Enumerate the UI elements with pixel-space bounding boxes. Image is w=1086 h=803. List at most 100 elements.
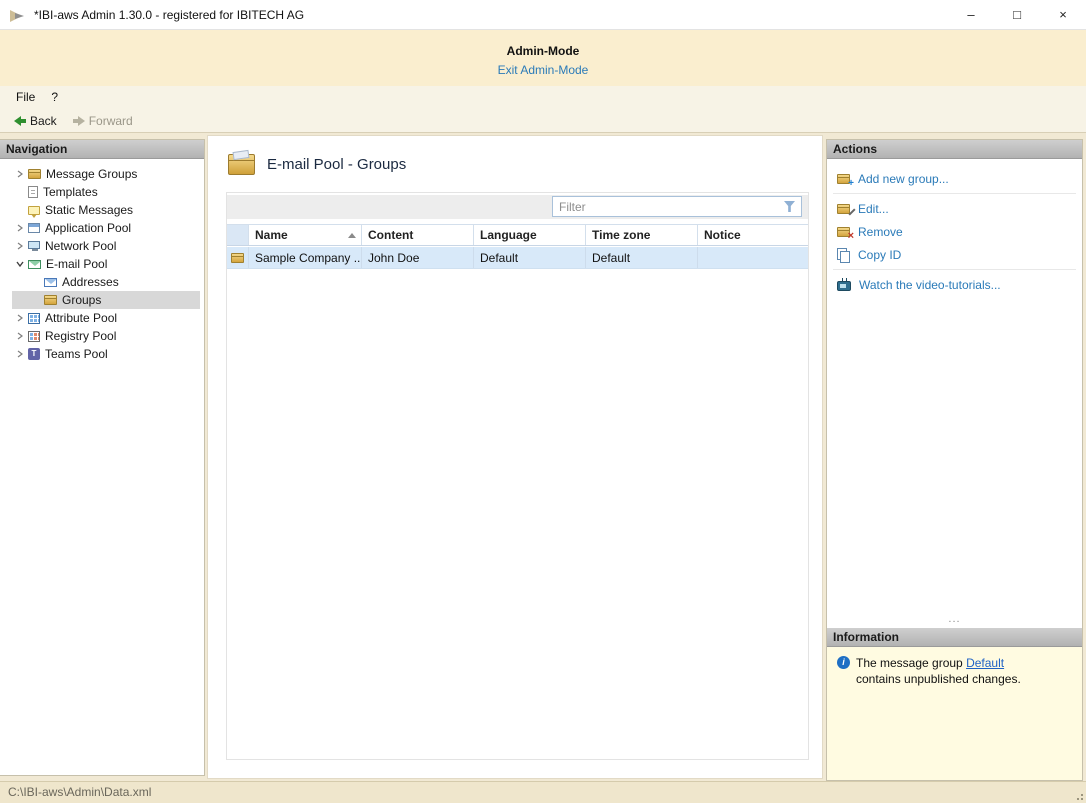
package-icon: [28, 169, 41, 179]
document-icon: [28, 186, 38, 198]
filter-funnel-icon[interactable]: [784, 201, 795, 212]
sidebar-item-network-pool[interactable]: Network Pool: [12, 237, 200, 255]
window-icon: [28, 223, 40, 233]
teams-icon: [28, 348, 40, 360]
sidebar-item-addresses[interactable]: Addresses: [12, 273, 200, 291]
page-title-row: E-mail Pool - Groups: [228, 154, 406, 175]
admin-mode-banner: Admin-Mode Exit Admin-Mode: [0, 30, 1086, 86]
info-text-before: The message group: [856, 656, 967, 670]
add-new-group-button[interactable]: Add new group...: [827, 167, 1082, 190]
sidebar-item-label: Static Messages: [45, 203, 134, 217]
sidebar-item-label: Registry Pool: [45, 329, 117, 343]
information-message: The message group Default contains unpub…: [856, 655, 1072, 687]
sidebar-item-registry-pool[interactable]: Registry Pool: [12, 327, 200, 345]
column-header-name[interactable]: Name: [249, 225, 362, 245]
table-row[interactable]: Sample Company ... John Doe Default Defa…: [227, 247, 808, 269]
titlebar: *IBI-aws Admin 1.30.0 - registered for I…: [0, 0, 1086, 30]
close-button[interactable]: ×: [1040, 0, 1086, 30]
envelope-icon: [44, 277, 57, 287]
navigation-panel: Navigation Message Groups Templates Stat…: [0, 139, 205, 776]
menu-file[interactable]: File: [8, 86, 43, 109]
window-controls: – □ ×: [948, 0, 1086, 30]
cell-name: Sample Company ...: [249, 247, 362, 268]
chevron-right-icon[interactable]: [12, 224, 28, 232]
status-path: C:\IBI-aws\Admin\Data.xml: [8, 785, 152, 799]
forward-arrow-icon: [72, 115, 85, 126]
chevron-right-icon[interactable]: [12, 242, 28, 250]
resize-grip[interactable]: [1072, 789, 1084, 801]
main-content: E-mail Pool - Groups Name Content Langua…: [207, 135, 823, 779]
action-label: Watch the video-tutorials...: [859, 277, 1001, 292]
sidebar-item-teams-pool[interactable]: Teams Pool: [12, 345, 200, 363]
toolbar: Back Forward: [0, 109, 1086, 133]
column-header-content[interactable]: Content: [362, 225, 474, 245]
row-icon-cell: [227, 247, 249, 268]
package-icon: [44, 295, 57, 305]
remove-button[interactable]: Remove: [827, 220, 1082, 243]
filter-box: [552, 196, 802, 217]
copy-id-button[interactable]: Copy ID: [827, 243, 1082, 266]
chevron-right-icon[interactable]: [12, 332, 28, 340]
column-header-timezone[interactable]: Time zone: [586, 225, 698, 245]
sidebar-item-label: Addresses: [62, 275, 119, 289]
column-label: Content: [368, 228, 414, 242]
copy-icon: [837, 247, 850, 263]
statusbar: C:\IBI-aws\Admin\Data.xml: [0, 781, 1086, 803]
forward-button[interactable]: Forward: [65, 109, 141, 133]
cell-timezone: Default: [586, 247, 698, 268]
envelope-pool-icon: [28, 259, 41, 269]
action-label: Edit...: [858, 201, 889, 216]
default-group-link[interactable]: Default: [966, 656, 1004, 670]
forward-label: Forward: [88, 113, 133, 128]
watch-video-tutorials-link[interactable]: Watch the video-tutorials...: [827, 273, 1082, 296]
selector-column-header[interactable]: [227, 225, 249, 245]
column-header-notice[interactable]: Notice: [698, 225, 808, 245]
maximize-button[interactable]: □: [994, 0, 1040, 30]
chevron-right-icon[interactable]: [12, 350, 28, 358]
sidebar-item-static-messages[interactable]: Static Messages: [12, 201, 200, 219]
chevron-down-icon[interactable]: [12, 260, 28, 268]
package-icon: [231, 252, 244, 263]
table-header: Name Content Language Time zone Notice: [227, 224, 808, 246]
sidebar-item-application-pool[interactable]: Application Pool: [12, 219, 200, 237]
sidebar-item-groups[interactable]: Groups: [12, 291, 200, 309]
navigation-tree: Message Groups Templates Static Messages…: [0, 159, 204, 363]
information-header: Information: [827, 628, 1082, 647]
back-button[interactable]: Back: [6, 109, 65, 133]
column-header-language[interactable]: Language: [474, 225, 586, 245]
chevron-right-icon[interactable]: [12, 314, 28, 322]
info-text-after: contains unpublished changes.: [856, 672, 1021, 686]
actions-header: Actions: [827, 140, 1082, 159]
window-title: *IBI-aws Admin 1.30.0 - registered for I…: [34, 7, 305, 22]
edit-button[interactable]: Edit...: [827, 197, 1082, 220]
sidebar-item-label: Message Groups: [46, 167, 138, 181]
cell-language: Default: [474, 247, 586, 268]
groups-list: Name Content Language Time zone Notice S…: [226, 192, 809, 760]
column-label: Notice: [704, 228, 741, 242]
column-label: Language: [480, 228, 537, 242]
minimize-button[interactable]: –: [948, 0, 994, 30]
sidebar-item-label: Groups: [62, 293, 102, 307]
back-label: Back: [30, 113, 57, 128]
navigation-header: Navigation: [0, 140, 204, 159]
chevron-right-icon[interactable]: [12, 170, 28, 178]
app-icon: [10, 8, 26, 22]
sidebar-item-label: Application Pool: [45, 221, 132, 235]
sidebar-item-email-pool[interactable]: E-mail Pool: [12, 255, 200, 273]
sidebar-item-message-groups[interactable]: Message Groups: [12, 165, 200, 183]
sidebar-item-attribute-pool[interactable]: Attribute Pool: [12, 309, 200, 327]
actions-overflow-indicator: ...: [948, 613, 961, 625]
menu-help[interactable]: ?: [43, 86, 66, 109]
sidebar-item-label: E-mail Pool: [46, 257, 108, 271]
sidebar-item-templates[interactable]: Templates: [12, 183, 200, 201]
sidebar-item-label: Attribute Pool: [45, 311, 118, 325]
action-label: Copy ID: [858, 247, 902, 262]
page-title: E-mail Pool - Groups: [267, 156, 407, 173]
cell-notice: [698, 247, 808, 268]
filter-strip: [227, 195, 808, 219]
grid-icon: [28, 312, 40, 324]
filter-input[interactable]: [553, 198, 784, 215]
actions-body: Add new group... Edit... Remove Copy ID …: [827, 159, 1082, 627]
info-icon: i: [837, 656, 850, 669]
exit-admin-mode-link[interactable]: Exit Admin-Mode: [498, 60, 589, 80]
